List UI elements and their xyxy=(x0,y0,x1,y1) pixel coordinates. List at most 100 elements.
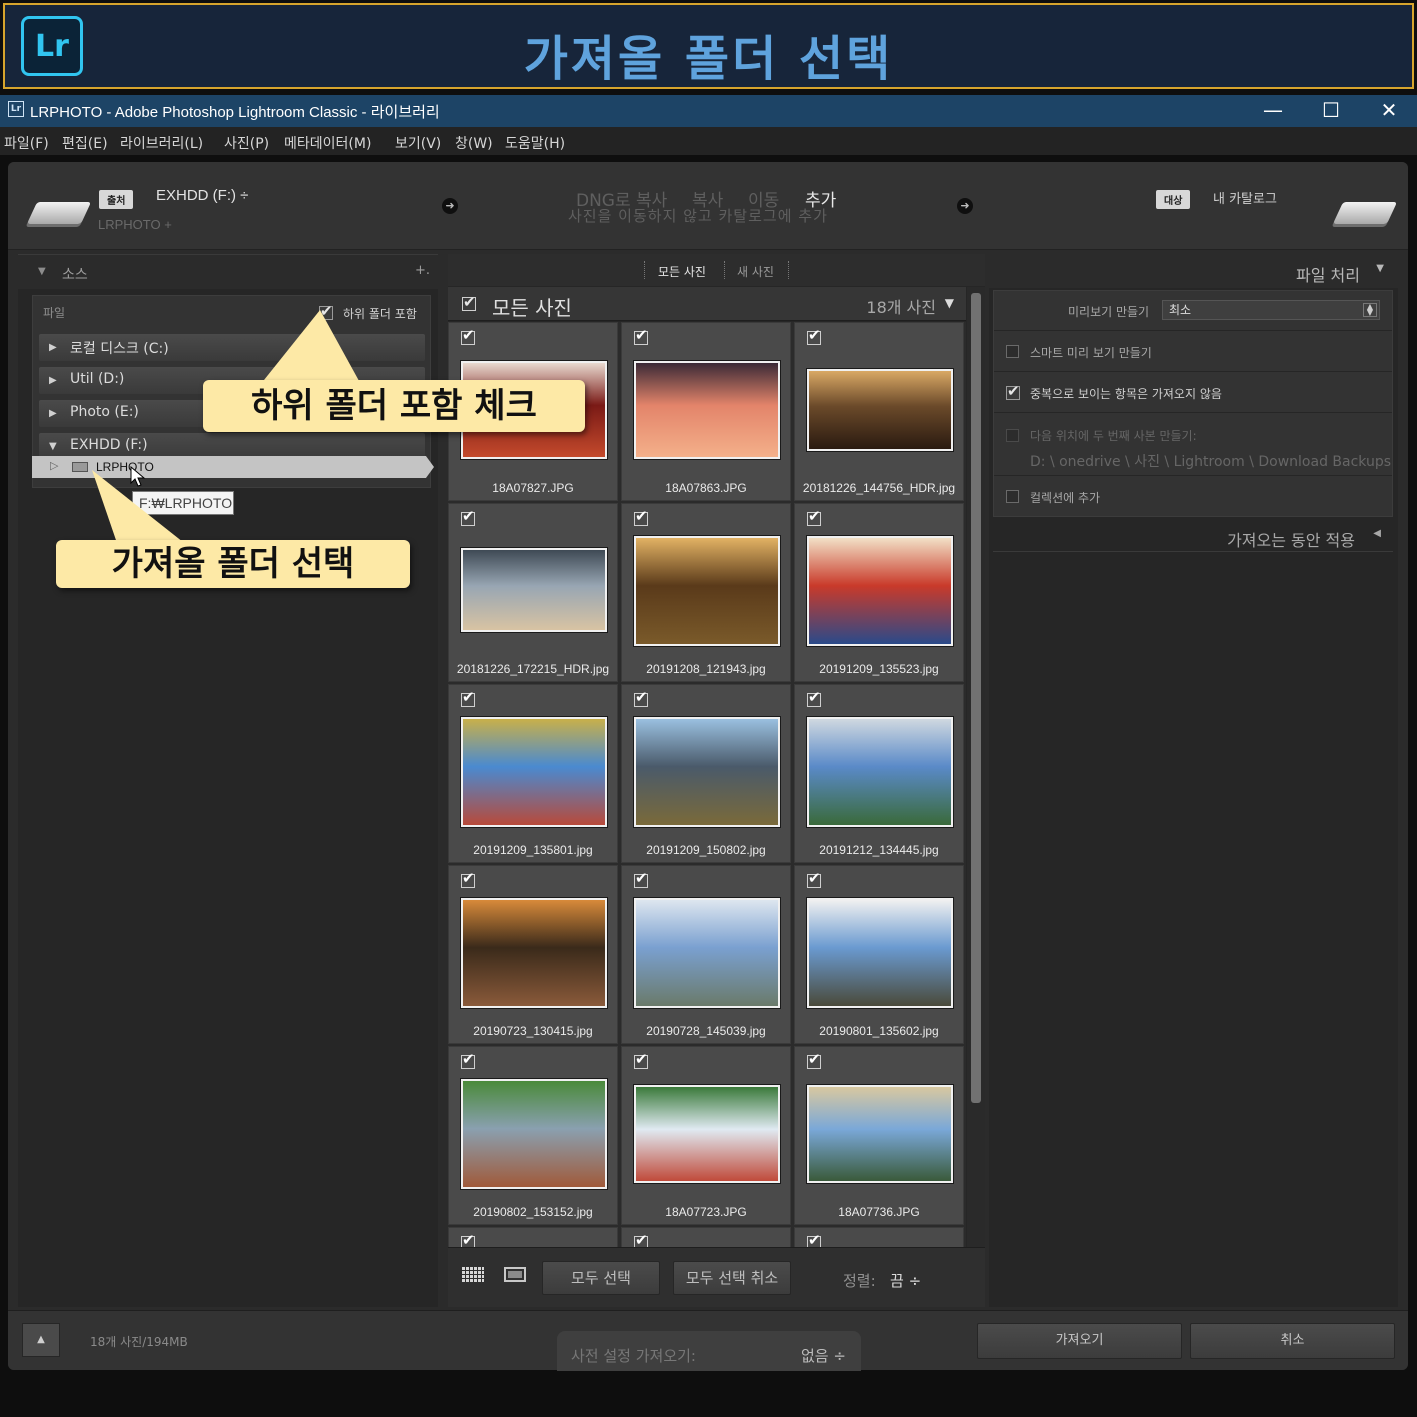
photo-cell[interactable]: 20190728_145039.jpg xyxy=(621,865,791,1044)
photo-thumbnail[interactable] xyxy=(634,536,780,646)
grid-view-icon[interactable] xyxy=(462,1267,484,1282)
photo-checkbox[interactable] xyxy=(461,1231,475,1247)
add-collection-checkbox[interactable] xyxy=(1006,490,1019,503)
photo-cell[interactable]: 18A07863.JPG xyxy=(621,322,791,501)
photo-thumbnail[interactable] xyxy=(634,1085,780,1183)
preview-row: 미리보기 만들기 최소 ▲ ▼ xyxy=(994,291,1392,331)
photo-checkbox[interactable] xyxy=(807,326,821,345)
photo-checkbox[interactable] xyxy=(634,507,648,526)
photo-checkbox[interactable] xyxy=(634,869,648,888)
app-icon: Lr xyxy=(8,101,24,117)
add-source-button[interactable]: +. xyxy=(415,263,430,278)
menu-help[interactable]: 도움말(H) xyxy=(505,133,565,153)
photo-cell[interactable]: 20190723_130415.jpg xyxy=(448,865,618,1044)
source-panel-header[interactable]: ▼ 소스 +. xyxy=(18,255,438,289)
drive-row-f[interactable]: ▼ EXHDD (F:) xyxy=(39,433,425,460)
destination-name[interactable]: 내 카탈로그 xyxy=(1213,188,1277,207)
photo-thumbnail[interactable] xyxy=(807,898,953,1008)
photo-thumbnail[interactable] xyxy=(807,1085,953,1183)
dropdown-arrow-icon[interactable]: ▼ xyxy=(945,296,954,310)
photo-cell[interactable]: 20191212_134445.jpg xyxy=(794,684,964,863)
menu-window[interactable]: 창(W) xyxy=(455,133,493,153)
preset-value[interactable]: 없음 ÷ xyxy=(801,1345,846,1366)
menu-library[interactable]: 라이브러리(L) xyxy=(120,133,203,153)
sort-select[interactable]: 끔 ÷ xyxy=(890,1270,921,1291)
smart-preview-row[interactable]: 스마트 미리 보기 만들기 xyxy=(994,332,1392,372)
preview-select[interactable]: 최소 ▲ ▼ xyxy=(1162,300,1380,320)
no-duplicates-row[interactable]: ✔ 중복으로 보이는 항목은 가져오지 않음 xyxy=(994,373,1392,413)
import-preset[interactable]: 사전 설정 가져오기: 없음 ÷ xyxy=(557,1331,861,1371)
destination-tag: 대상 xyxy=(1156,190,1191,209)
photo-thumbnail[interactable] xyxy=(461,1079,607,1189)
menu-view[interactable]: 보기(V) xyxy=(395,133,441,153)
photo-thumbnail[interactable] xyxy=(461,898,607,1008)
photo-thumbnail[interactable] xyxy=(634,898,780,1008)
apply-during-import-header[interactable]: 가져오는 동안 적용 ◀ xyxy=(993,520,1393,552)
photo-thumbnail[interactable] xyxy=(807,717,953,827)
tab-all-photos[interactable]: 모든 사진 xyxy=(658,263,706,280)
photo-cell[interactable]: 20191209_150802.jpg xyxy=(621,684,791,863)
photo-thumbnail[interactable] xyxy=(634,361,780,459)
photo-thumbnail[interactable] xyxy=(807,536,953,646)
photo-thumbnail[interactable] xyxy=(634,717,780,827)
second-copy-row[interactable]: 다음 위치에 두 번째 사본 만들기: D: \ onedrive \ 사진 \… xyxy=(994,414,1392,476)
second-copy-checkbox[interactable] xyxy=(1006,429,1019,442)
photo-checkbox[interactable] xyxy=(807,688,821,707)
photo-cell[interactable]: 20190801_135602.jpg xyxy=(794,865,964,1044)
photo-cell[interactable]: 18A07723.JPG xyxy=(621,1046,791,1225)
grid-scrollbar[interactable] xyxy=(967,287,985,1247)
smart-preview-label: 스마트 미리 보기 만들기 xyxy=(1030,346,1152,360)
photo-checkbox[interactable] xyxy=(634,1231,648,1247)
photo-checkbox[interactable] xyxy=(461,507,475,526)
photo-cell[interactable]: 18A07736.JPG xyxy=(794,1046,964,1225)
close-button[interactable]: ✕ xyxy=(1360,95,1417,127)
import-button[interactable]: 가져오기 xyxy=(977,1323,1182,1359)
menu-metadata[interactable]: 메타데이터(M) xyxy=(284,133,371,153)
minimize-button[interactable]: — xyxy=(1244,95,1302,127)
cancel-button[interactable]: 취소 xyxy=(1190,1323,1395,1359)
photo-checkbox[interactable] xyxy=(461,869,475,888)
tab-new-photos[interactable]: 새 사진 xyxy=(737,263,774,280)
menu-photo[interactable]: 사진(P) xyxy=(224,133,269,153)
loupe-view-icon[interactable] xyxy=(504,1267,526,1282)
photo-cell[interactable]: 20181226_172215_HDR.jpg xyxy=(448,503,618,682)
photo-cell[interactable] xyxy=(448,1227,618,1247)
smart-preview-checkbox[interactable] xyxy=(1006,345,1019,358)
deselect-all-button[interactable]: 모두 선택 취소 xyxy=(673,1261,791,1295)
photo-thumbnail[interactable] xyxy=(461,717,607,827)
photo-checkbox[interactable] xyxy=(634,326,648,345)
no-duplicates-checkbox[interactable]: ✔ xyxy=(1006,382,1020,400)
import-dialog: 출처 EXHDD (F:) ÷ LRPHOTO + ➜ DNG로 복사 복사 이… xyxy=(8,162,1408,1371)
photo-cell[interactable]: 20191209_135523.jpg xyxy=(794,503,964,682)
collapse-up-button[interactable]: ▲ xyxy=(22,1323,60,1357)
add-collection-row[interactable]: 컬렉션에 추가 xyxy=(994,477,1392,517)
photo-checkbox[interactable] xyxy=(807,1050,821,1069)
photo-cell[interactable] xyxy=(794,1227,964,1247)
source-path[interactable]: LRPHOTO + xyxy=(98,217,172,232)
photo-checkbox[interactable] xyxy=(461,688,475,707)
photo-cell[interactable]: 20191208_121943.jpg xyxy=(621,503,791,682)
photo-cell[interactable]: 20190802_153152.jpg xyxy=(448,1046,618,1225)
photo-checkbox[interactable] xyxy=(807,507,821,526)
menu-edit[interactable]: 편집(E) xyxy=(62,133,108,153)
photo-thumbnail[interactable] xyxy=(461,548,607,632)
menu-file[interactable]: 파일(F) xyxy=(4,133,49,153)
photo-cell[interactable]: 20191209_135801.jpg xyxy=(448,684,618,863)
photo-checkbox[interactable] xyxy=(461,326,475,345)
photo-checkbox[interactable] xyxy=(461,1050,475,1069)
file-handling-header[interactable]: 파일 처리 ▼ xyxy=(989,254,1398,288)
scrollbar-thumb[interactable] xyxy=(971,293,981,1103)
photo-cell[interactable] xyxy=(621,1227,791,1247)
callout-pointer xyxy=(256,310,364,390)
source-name[interactable]: EXHDD (F:) ÷ xyxy=(156,187,248,204)
photo-checkbox[interactable] xyxy=(807,869,821,888)
select-all-checkbox[interactable]: ✔ xyxy=(462,293,476,311)
grid-header: ✔ 모든 사진 18개 사진 ▼ xyxy=(448,287,966,321)
photo-cell[interactable]: 20181226_144756_HDR.jpg xyxy=(794,322,964,501)
maximize-button[interactable]: ☐ xyxy=(1302,95,1360,127)
select-all-button[interactable]: 모두 선택 xyxy=(542,1261,660,1295)
photo-checkbox[interactable] xyxy=(634,1050,648,1069)
photo-thumbnail[interactable] xyxy=(807,369,953,451)
photo-checkbox[interactable] xyxy=(634,688,648,707)
photo-checkbox[interactable] xyxy=(807,1231,821,1247)
